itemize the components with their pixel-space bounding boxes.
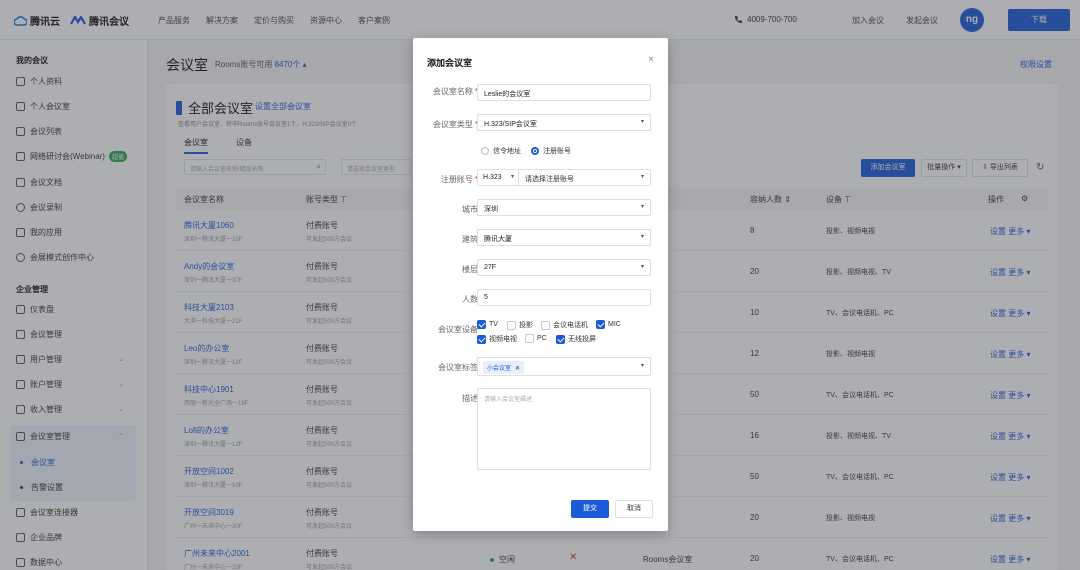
- checkbox-box: [477, 320, 486, 329]
- submit-button[interactable]: 提交: [571, 500, 609, 518]
- floor-value: 27F: [484, 264, 497, 271]
- room-name-input[interactable]: Leslie的会议室: [477, 84, 651, 101]
- protocol-value: H.323: [483, 174, 502, 181]
- chevron-down-icon: ▾: [640, 204, 644, 210]
- add-room-dialog: 添加会议室 × 会议室名称 * Leslie的会议室 会议室类型 * H.323/S…: [413, 38, 668, 531]
- description-textarea[interactable]: 请输入会议室描述: [477, 388, 651, 470]
- tag-text: 小会议室: [487, 366, 512, 372]
- checkbox-label: PC: [537, 335, 547, 342]
- checkbox-box: [596, 320, 605, 329]
- radio-signaling-address[interactable]: 信令地址: [481, 146, 521, 156]
- checkbox-label: 投影: [519, 322, 533, 329]
- checkbox-conference-phone[interactable]: 会议电话机: [541, 320, 588, 330]
- checkbox-label: MIC: [608, 321, 621, 328]
- checkbox-box: [556, 334, 565, 344]
- chevron-down-icon: ▾: [510, 174, 514, 180]
- checkbox-box: [477, 334, 486, 344]
- building-value: 腾讯大厦: [484, 236, 512, 243]
- address-mode-radios: 信令地址 注册账号: [481, 146, 571, 156]
- label-devices: 会议室设备: [438, 325, 478, 334]
- label-text: 会议室名称: [432, 87, 473, 96]
- radio-on: [531, 147, 539, 155]
- dialog-title: 添加会议室: [427, 58, 473, 68]
- checkbox-mic[interactable]: MIC: [596, 320, 621, 329]
- people-input[interactable]: 5: [477, 289, 651, 306]
- checkbox-label: 视频电视: [489, 336, 517, 343]
- building-select[interactable]: 腾讯大厦 ▾: [477, 229, 651, 246]
- label-building: 建筑: [462, 235, 478, 244]
- register-account-select[interactable]: 请选择注册账号 ▾: [518, 169, 651, 186]
- chevron-down-icon: ▾: [640, 363, 644, 369]
- checkbox-label: 无线投屏: [568, 336, 596, 343]
- label-city: 城市: [462, 205, 478, 214]
- checkbox-label: 会议电话机: [553, 322, 588, 329]
- label-description: 描述: [462, 394, 478, 403]
- tag-chip: 小会议室 ✕: [483, 361, 525, 374]
- checkbox-projector[interactable]: 投影: [507, 320, 533, 330]
- chevron-down-icon: ▾: [640, 234, 644, 240]
- label-text: 注册账号: [440, 175, 473, 184]
- room-type-value: H.323/SIP会议室: [484, 121, 537, 128]
- checkbox-box: [507, 320, 516, 330]
- checkbox-box: [525, 334, 534, 343]
- label-register-account: 注册账号 *: [441, 174, 478, 185]
- checkbox-label: TV: [489, 321, 498, 328]
- radio-off: [481, 147, 489, 155]
- label-floor: 楼层: [462, 265, 478, 274]
- checkbox-box: [541, 320, 550, 330]
- room-type-select[interactable]: H.323/SIP会议室 ▾: [477, 114, 651, 131]
- label-text: 会议室类型: [432, 120, 473, 129]
- label-tags: 会议室标签: [438, 363, 478, 372]
- chevron-down-icon: ▾: [640, 264, 644, 270]
- cancel-button[interactable]: 取消: [615, 500, 653, 518]
- checkbox-video-tv[interactable]: 视频电视: [477, 334, 517, 344]
- tag-remove-icon[interactable]: ✕: [515, 366, 520, 372]
- checkbox-wireless-cast[interactable]: 无线投屏: [556, 334, 596, 344]
- close-icon[interactable]: ×: [648, 54, 654, 65]
- radio-label: 信令地址: [493, 148, 521, 155]
- checkbox-pc[interactable]: PC: [525, 334, 547, 343]
- city-value: 深圳: [484, 206, 498, 213]
- label-room-name: 会议室名称 *: [433, 86, 478, 97]
- chevron-down-icon: ▾: [640, 119, 644, 125]
- floor-select[interactable]: 27F ▾: [477, 259, 651, 276]
- radio-label: 注册账号: [543, 148, 571, 155]
- radio-register-account[interactable]: 注册账号: [531, 146, 571, 156]
- register-account-placeholder: 请选择注册账号: [525, 176, 574, 183]
- room-tags-select[interactable]: 小会议室 ✕ ▾: [477, 357, 651, 376]
- city-select[interactable]: 深圳 ▾: [477, 199, 651, 216]
- checkbox-tv[interactable]: TV: [477, 320, 498, 329]
- protocol-select[interactable]: H.323 ▾: [477, 169, 519, 186]
- label-room-type: 会议室类型 *: [433, 119, 478, 130]
- label-people: 人数: [462, 295, 478, 304]
- page-background: 腾讯云 腾讯会议 产品服务 解决方案 定价与购买 资源中心 客户案例 4009-…: [0, 0, 1080, 570]
- chevron-down-icon: ▾: [640, 174, 644, 180]
